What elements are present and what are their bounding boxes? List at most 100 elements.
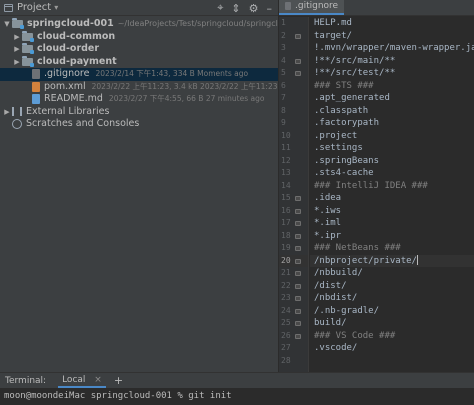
line-number-label: 17 [281, 218, 291, 227]
line-number-label: 11 [281, 143, 291, 152]
code-line[interactable]: /.nb-gradle/ [310, 305, 474, 318]
code-line[interactable]: ### STS ### [310, 80, 474, 93]
fold-marker-icon[interactable] [295, 296, 301, 301]
gitignore-file-icon [285, 2, 291, 10]
tree-item-external-libraries[interactable]: ▶ External Libraries [0, 106, 278, 119]
line-number: 22 [279, 280, 308, 293]
collapse-all-icon[interactable]: ⇕ [231, 2, 240, 15]
fold-marker-icon[interactable] [295, 196, 301, 201]
code-line[interactable]: !.mvn/wrapper/maven-wrapper.jar [310, 42, 474, 55]
fold-marker-icon[interactable] [295, 221, 301, 226]
chevron-down-icon[interactable]: ▾ [54, 3, 58, 12]
code-line[interactable]: /dist/ [310, 280, 474, 293]
project-view-selector[interactable]: Project [17, 2, 51, 13]
code-line-text: /.nb-gradle/ [314, 305, 380, 316]
line-number: 9 [279, 117, 308, 130]
terminal-tab-local[interactable]: Local × [58, 373, 106, 388]
file-meta: 2023/2/27 下午4:55, 66 B 27 minutes ago [108, 94, 265, 103]
fold-marker-icon[interactable] [295, 321, 301, 326]
collapse-arrow-icon[interactable]: ▶ [2, 106, 12, 119]
code-line[interactable]: ### NetBeans ### [310, 242, 474, 255]
code-line[interactable]: .sts4-cache [310, 167, 474, 180]
markdown-file-icon [32, 94, 40, 105]
fold-marker-icon[interactable] [295, 271, 301, 276]
fold-marker-icon[interactable] [295, 333, 301, 339]
code-line[interactable]: ### IntelliJ IDEA ### [310, 180, 474, 193]
code-line-text: *.ipr [314, 230, 342, 241]
line-number: 4 [279, 55, 308, 68]
tree-item-scratches[interactable]: Scratches and Consoles [0, 118, 278, 131]
code-line[interactable]: .factorypath [310, 117, 474, 130]
code-line[interactable]: *.iws [310, 205, 474, 218]
code-line-text: /nbproject/private/ [314, 255, 417, 266]
line-number-label: 14 [281, 180, 291, 190]
code-line[interactable]: /nbbuild/ [310, 267, 474, 280]
fold-marker-icon[interactable] [295, 71, 301, 76]
fold-marker-icon[interactable] [295, 233, 301, 239]
tree-item-cloud-order[interactable]: ▶ cloud-order [0, 43, 278, 56]
code-line[interactable]: *.ipr [310, 230, 474, 243]
code-line[interactable]: !**/src/main/** [310, 55, 474, 68]
code-line[interactable]: .apt_generated [310, 92, 474, 105]
code-line-text: .idea [314, 193, 342, 203]
tree-item-readme[interactable]: README.md 2023/2/27 下午4:55, 66 B 27 minu… [0, 93, 278, 106]
code-line[interactable]: /nbdist/ [310, 292, 474, 305]
line-number-label: 1 [281, 18, 286, 27]
code-area[interactable]: HELP.md target/ !.mvn/wrapper/maven-wrappe… [310, 17, 474, 372]
tree-item-gitignore[interactable]: .gitignore 2023/2/14 下午1:43, 334 B Momen… [0, 68, 278, 81]
collapse-arrow-icon[interactable]: ▶ [12, 31, 22, 44]
new-terminal-button[interactable]: + [114, 374, 123, 387]
code-line[interactable]: .settings [310, 142, 474, 155]
code-line-text: /nbdist/ [314, 293, 358, 303]
collapse-arrow-icon[interactable]: ▶ [12, 43, 22, 56]
fold-marker-icon[interactable] [295, 283, 301, 289]
code-line[interactable]: .classpath [310, 105, 474, 118]
code-line[interactable]: .springBeans [310, 155, 474, 168]
line-number: 16 [279, 205, 308, 218]
editor-pane: .gitignore 1 2 3 4 5 6 7 8 9 10 11 12 13 14 15 16 17 18 19… [279, 0, 474, 372]
code-line[interactable]: .idea [310, 192, 474, 205]
code-line[interactable]: !**/src/test/** [310, 67, 474, 80]
code-line[interactable]: build/ [310, 317, 474, 330]
scratches-icon [12, 119, 22, 130]
code-line[interactable] [310, 355, 474, 368]
text-caret [416, 255, 418, 265]
code-line[interactable]: HELP.md [310, 17, 474, 30]
tree-item-label: cloud-common [37, 30, 116, 42]
fold-marker-icon[interactable] [295, 58, 301, 64]
fold-marker-icon[interactable] [295, 208, 301, 214]
code-line[interactable]: .vscode/ [310, 342, 474, 355]
project-header: Project ▾ ⌖ ⇕ ⚙ – [0, 0, 278, 16]
expand-arrow-icon[interactable]: ▼ [2, 18, 12, 31]
collapse-arrow-icon[interactable]: ▶ [12, 56, 22, 69]
code-line[interactable]: *.iml [310, 217, 474, 230]
line-number-label: 2 [281, 30, 286, 40]
close-icon[interactable]: × [94, 375, 102, 385]
line-number: 25 [279, 317, 308, 330]
gitignore-file-icon [32, 69, 40, 80]
gear-icon[interactable]: ⚙ [249, 2, 259, 15]
tree-item-label: External Libraries [26, 105, 110, 117]
module-folder-icon [22, 43, 34, 55]
file-meta: 2023/2/22 上午11:23, 3.4 kB 2023/2/22 上午11… [91, 81, 278, 91]
tree-item-pom-xml[interactable]: pom.xml 2023/2/22 上午11:23, 3.4 kB 2023/2… [0, 81, 278, 94]
code-line[interactable]: /nbproject/private/ [310, 254, 474, 267]
tree-item-cloud-common[interactable]: ▶ cloud-common [0, 31, 278, 44]
code-line[interactable]: target/ [310, 30, 474, 43]
code-line-text: .apt_generated [314, 93, 390, 103]
hide-panel-icon[interactable]: – [267, 2, 273, 15]
terminal-prompt-line[interactable]: moon@moondeiMac springcloud-001 % git in… [0, 388, 474, 401]
line-number: 23 [279, 292, 308, 305]
tree-item-cloud-payment[interactable]: ▶ cloud-payment [0, 56, 278, 69]
code-line[interactable]: ### VS Code ### [310, 330, 474, 343]
fold-marker-icon[interactable] [295, 258, 301, 264]
code-line[interactable]: .project [310, 130, 474, 143]
editor-tab-gitignore[interactable]: .gitignore [279, 0, 345, 15]
fold-marker-icon[interactable] [295, 308, 301, 314]
line-number-gutter[interactable]: 1 2 3 4 5 6 7 8 9 10 11 12 13 14 15 16 17 18 19 20 21 22 23 24 2… [279, 17, 309, 372]
code-line-text: target/ [314, 30, 352, 41]
fold-marker-icon[interactable] [295, 246, 301, 251]
tree-root-item[interactable]: ▼ springcloud-001 ~/IdeaProjects/Test/sp… [0, 18, 278, 31]
locate-file-icon[interactable]: ⌖ [217, 1, 223, 15]
fold-marker-icon[interactable] [295, 33, 301, 39]
